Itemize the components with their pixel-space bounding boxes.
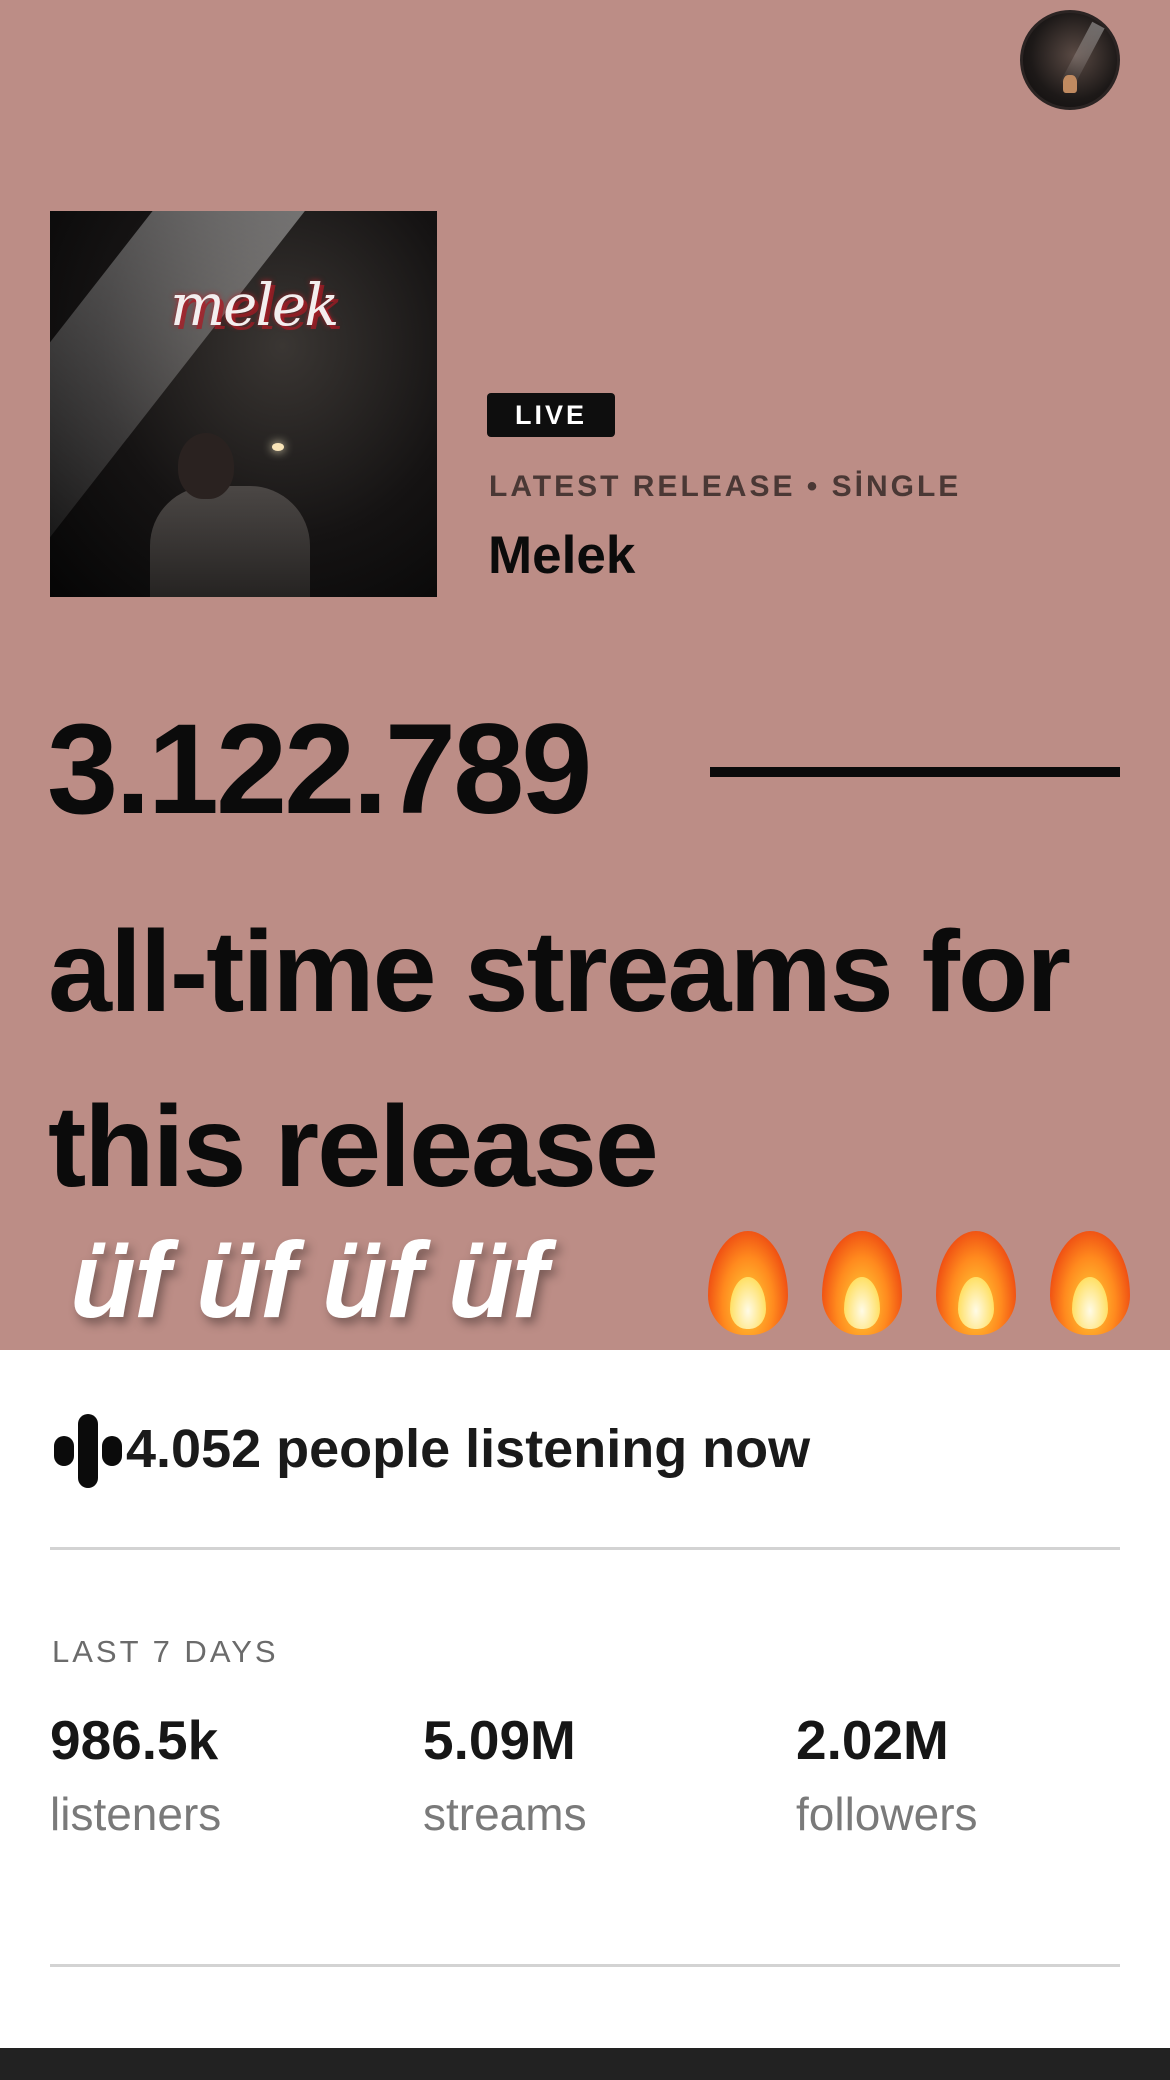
- stat-streams: 5.09M streams: [423, 1705, 783, 1849]
- stat-value: 5.09M: [423, 1709, 576, 1771]
- listening-now-text: 4.052 people listening now: [126, 1419, 811, 1479]
- fire-icon: [928, 1225, 1024, 1341]
- release-type-label: LATEST RELEASE • SİNGLE: [489, 470, 962, 503]
- stat-label: followers: [796, 1788, 978, 1840]
- release-title[interactable]: Melek: [488, 525, 635, 586]
- avatar-figure: [1063, 75, 1077, 93]
- fire-icon: [700, 1225, 796, 1341]
- fire-icon: [814, 1225, 910, 1341]
- stat-value: 2.02M: [796, 1709, 949, 1771]
- stat-label: streams: [423, 1788, 587, 1840]
- cover-logo-text: melek: [170, 271, 339, 339]
- stat-label: listeners: [50, 1788, 222, 1840]
- profile-avatar[interactable]: [1020, 10, 1120, 110]
- stat-value: 986.5k: [50, 1709, 219, 1771]
- stream-count-rule: [710, 767, 1120, 777]
- fire-icon: [1042, 1225, 1138, 1341]
- story-overlay-text: üf üf üf üf: [70, 1219, 548, 1340]
- bottom-bar: [0, 2048, 1170, 2080]
- listening-now-row: 4.052 people listening now: [50, 1410, 810, 1490]
- live-badge: LIVE: [487, 393, 615, 437]
- album-cover[interactable]: melek: [50, 211, 437, 597]
- release-hero: melek LIVE LATEST RELEASE • SİNGLE Melek…: [0, 0, 1170, 1350]
- section-divider: [50, 1964, 1120, 1967]
- all-time-stream-count: 3.122.789: [47, 698, 592, 841]
- stat-followers: 2.02M followers: [796, 1705, 1156, 1849]
- fire-emoji-row: [700, 1225, 1138, 1345]
- cover-person-body: [150, 486, 310, 597]
- stat-listeners: 986.5k listeners: [50, 1705, 410, 1849]
- streams-caption: all-time streams for this release: [48, 908, 1071, 1211]
- last-7-days-label: LAST 7 DAYS: [52, 1634, 279, 1669]
- equalizer-icon: [50, 1410, 122, 1490]
- cover-person-head: [178, 433, 234, 499]
- section-divider: [50, 1547, 1120, 1550]
- cover-lamp: [272, 443, 284, 451]
